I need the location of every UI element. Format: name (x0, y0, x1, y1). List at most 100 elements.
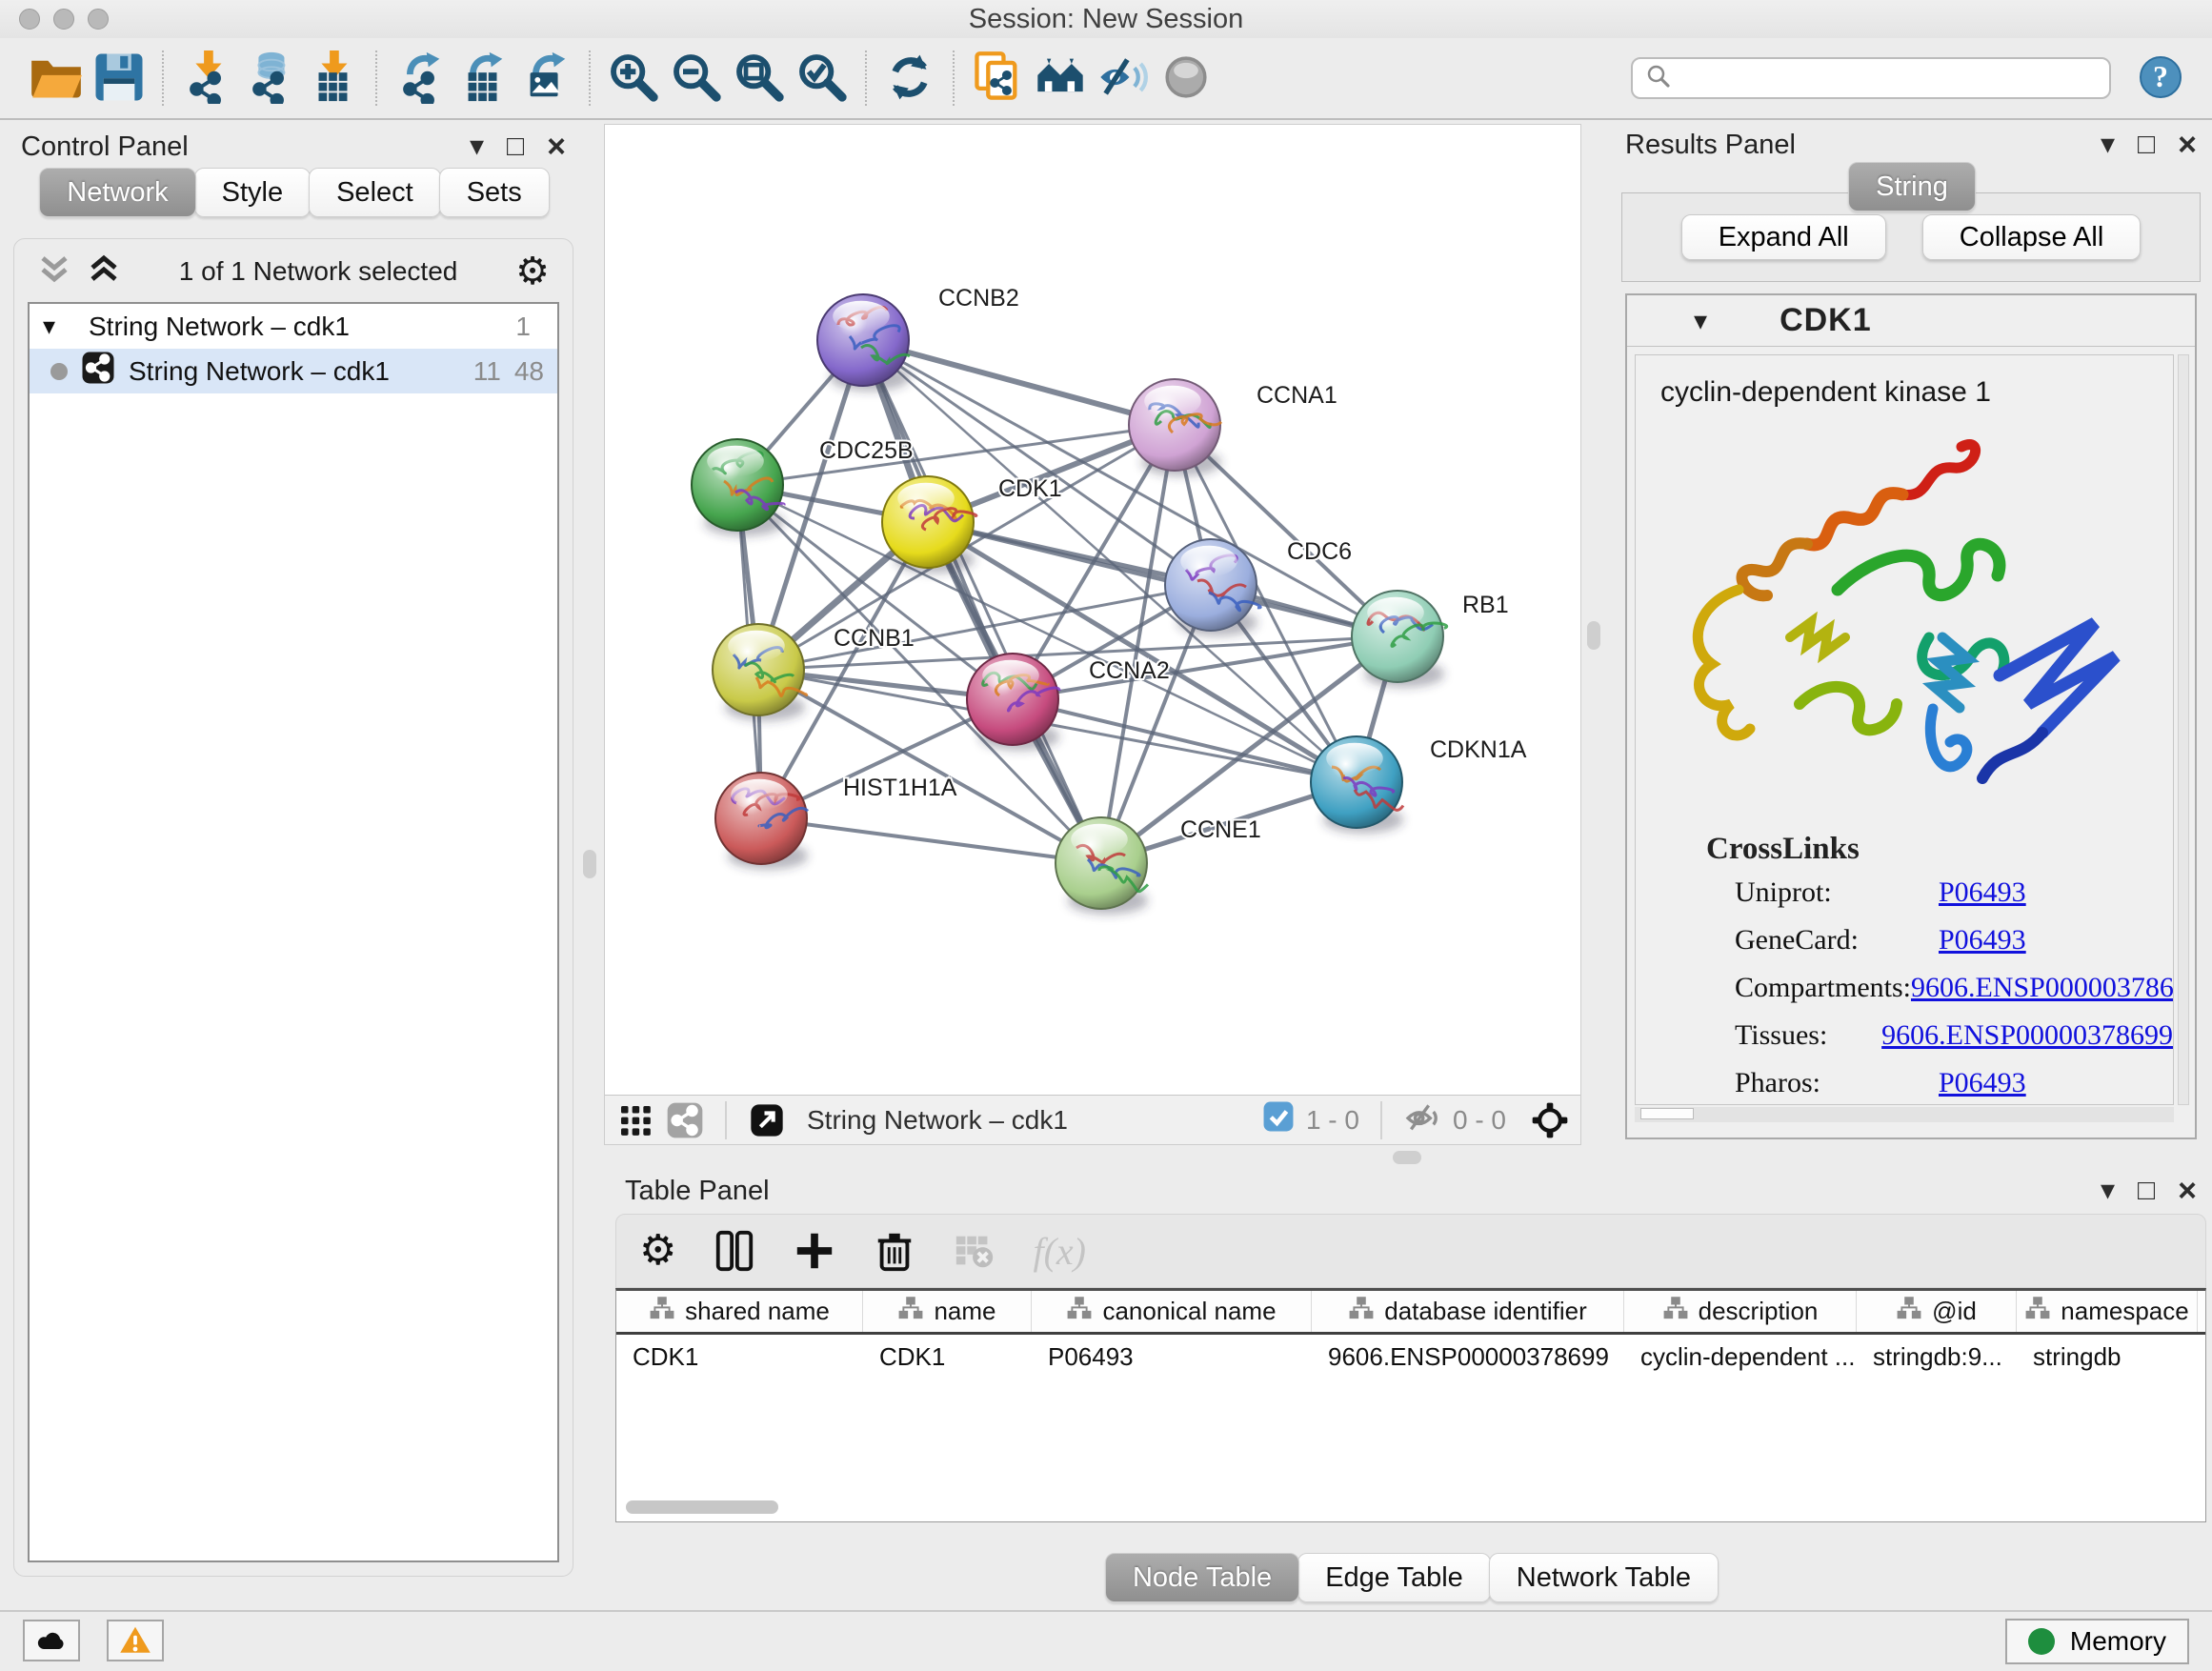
tab-style[interactable]: Style (194, 168, 311, 217)
export-table-button[interactable] (452, 45, 514, 111)
table-horizontal-scrollbar[interactable] (626, 1500, 997, 1516)
import-network-from-file-button[interactable] (175, 45, 238, 111)
column-header-namespace[interactable]: namespace (2017, 1291, 2198, 1332)
search-icon (1644, 62, 1673, 95)
selected-checkbox-icon[interactable] (1262, 1100, 1295, 1139)
network-node-CDKN1A[interactable] (1311, 736, 1403, 834)
crosslink-link[interactable]: P06493 (1939, 876, 2026, 909)
network-node-CCNE1[interactable] (1056, 817, 1148, 915)
panel-float-icon[interactable]: □ (2138, 1177, 2155, 1205)
new-network-from-selection-button[interactable] (966, 45, 1029, 111)
expand-all-icon[interactable] (87, 252, 121, 292)
zoom-selected-button[interactable] (791, 45, 854, 111)
table-row[interactable]: CDK1CDK1P064939606.ENSP00000378699cyclin… (616, 1335, 2205, 1379)
gene-section-header[interactable]: ▾ CDK1 (1627, 295, 2195, 347)
panel-menu-icon[interactable]: ▾ (2101, 1177, 2115, 1205)
toolbar-separator (162, 50, 164, 106)
help-button[interactable]: ? (2136, 53, 2185, 103)
panel-close-icon[interactable]: × (547, 131, 566, 163)
delete-column-button[interactable] (873, 1229, 916, 1273)
fit-selected-crosshair-button[interactable] (1531, 1101, 1569, 1139)
network-edge-HIST1H1A-CCNE1[interactable] (761, 818, 1101, 863)
column-header-shared-name[interactable]: shared name (616, 1291, 863, 1332)
network-tab-body: 1 of 1 Network selected ⚙ ▾ String Netwo… (13, 238, 573, 1577)
column-header-canonical-name[interactable]: canonical name (1032, 1291, 1312, 1332)
network-view-panel: CCNB2CCNA1CDC25BCDK1CDC6RB1CCNB1CCNA2CDK… (604, 124, 1581, 1145)
collection-count: 1 (515, 312, 531, 342)
vertical-splitter-grip[interactable] (1587, 621, 1600, 650)
panel-float-icon[interactable]: □ (2138, 131, 2155, 159)
column-header-database-identifier[interactable]: database identifier (1312, 1291, 1624, 1332)
memory-label: Memory (2070, 1626, 2166, 1657)
tab-edge-table[interactable]: Edge Table (1297, 1553, 1491, 1602)
expand-all-button[interactable]: Expand All (1681, 214, 1886, 260)
create-column-button[interactable] (793, 1229, 836, 1273)
first-neighbors-button[interactable] (1029, 45, 1092, 111)
table-settings-button[interactable]: ⚙ (639, 1230, 676, 1272)
zoom-in-button[interactable] (602, 45, 665, 111)
panel-menu-icon[interactable]: ▾ (470, 132, 484, 161)
export-network-button[interactable] (389, 45, 452, 111)
import-table-from-file-button[interactable] (301, 45, 364, 111)
memory-button[interactable]: Memory (2005, 1619, 2189, 1664)
panel-close-icon[interactable]: × (2178, 129, 2197, 161)
network-row[interactable]: String Network – cdk1 11 48 (30, 349, 557, 393)
zoom-out-button[interactable] (665, 45, 728, 111)
show-columns-button[interactable] (713, 1229, 756, 1273)
network-options-gear-icon[interactable]: ⚙ (515, 252, 550, 291)
network-node-RB1[interactable] (1352, 591, 1447, 688)
crosslink-link[interactable]: P06493 (1939, 1067, 2026, 1099)
open-session-button[interactable] (25, 45, 88, 111)
section-collapse-icon[interactable]: ▾ (1694, 305, 1707, 336)
network-node-CDK1[interactable] (882, 476, 976, 574)
show-all-button[interactable] (1155, 45, 1217, 111)
vertical-splitter-grip[interactable] (583, 850, 596, 878)
search-box[interactable] (1631, 57, 2111, 99)
tab-network[interactable]: Network (39, 168, 195, 217)
crosslink-label: Uniprot: (1735, 876, 1939, 909)
crosslink-link[interactable]: 9606.ENSP00000378699 (1881, 1019, 2173, 1052)
results-horizontal-scrollbar[interactable] (1635, 1107, 2174, 1122)
zoom-fit-button[interactable] (728, 45, 791, 111)
network-node-CCNB1[interactable] (713, 624, 807, 721)
hide-selected-button[interactable] (1092, 45, 1155, 111)
network-node-CCNA2[interactable] (967, 654, 1059, 751)
tab-network-table[interactable]: Network Table (1489, 1553, 1719, 1602)
results-vertical-scrollbar[interactable] (2178, 354, 2189, 1105)
apply-layout-button[interactable] (878, 45, 941, 111)
tab-string[interactable]: String (1848, 162, 1976, 211)
export-image-button[interactable] (514, 45, 577, 111)
horizontal-splitter-grip[interactable] (1393, 1151, 1421, 1164)
collection-expand-icon[interactable]: ▾ (43, 312, 75, 341)
protein-structure-image (1647, 418, 2162, 828)
network-node-CDC25B[interactable] (692, 439, 784, 536)
save-session-button[interactable] (88, 45, 151, 111)
network-selection-status: 1 of 1 Network selected (136, 256, 500, 287)
crosslink-link[interactable]: 9606.ENSP00000378699 (1911, 972, 2174, 1004)
cloud-status-button[interactable] (23, 1620, 80, 1661)
panel-float-icon[interactable]: □ (507, 132, 524, 161)
tab-sets[interactable]: Sets (439, 168, 550, 217)
detach-view-button[interactable] (748, 1101, 786, 1139)
column-header--id[interactable]: @id (1857, 1291, 2017, 1332)
network-canvas[interactable]: CCNB2CCNA1CDC25BCDK1CDC6RB1CCNB1CCNA2CDK… (605, 125, 1580, 1095)
search-input[interactable] (1682, 64, 2098, 93)
network-collection-row[interactable]: ▾ String Network – cdk1 1 (30, 304, 557, 349)
panel-menu-icon[interactable]: ▾ (2101, 131, 2115, 159)
network-node-HIST1H1A[interactable] (715, 773, 808, 870)
column-header-name[interactable]: name (863, 1291, 1032, 1332)
birds-eye-view-button[interactable] (616, 1101, 654, 1139)
string-app-button[interactable] (666, 1101, 704, 1139)
warnings-button[interactable] (107, 1620, 164, 1661)
panel-close-icon[interactable]: × (2178, 1175, 2197, 1207)
import-network-from-database-button[interactable] (238, 45, 301, 111)
tab-node-table[interactable]: Node Table (1105, 1553, 1299, 1602)
network-node-CCNB2[interactable] (817, 294, 910, 392)
network-node-CCNA1[interactable] (1129, 379, 1221, 476)
collapse-all-button[interactable]: Collapse All (1922, 214, 2142, 260)
tab-select[interactable]: Select (309, 168, 441, 217)
collapse-all-icon[interactable] (37, 252, 71, 292)
hidden-eye-slash-icon[interactable] (1403, 1097, 1441, 1142)
column-header-description[interactable]: description (1624, 1291, 1857, 1332)
crosslink-link[interactable]: P06493 (1939, 924, 2026, 956)
